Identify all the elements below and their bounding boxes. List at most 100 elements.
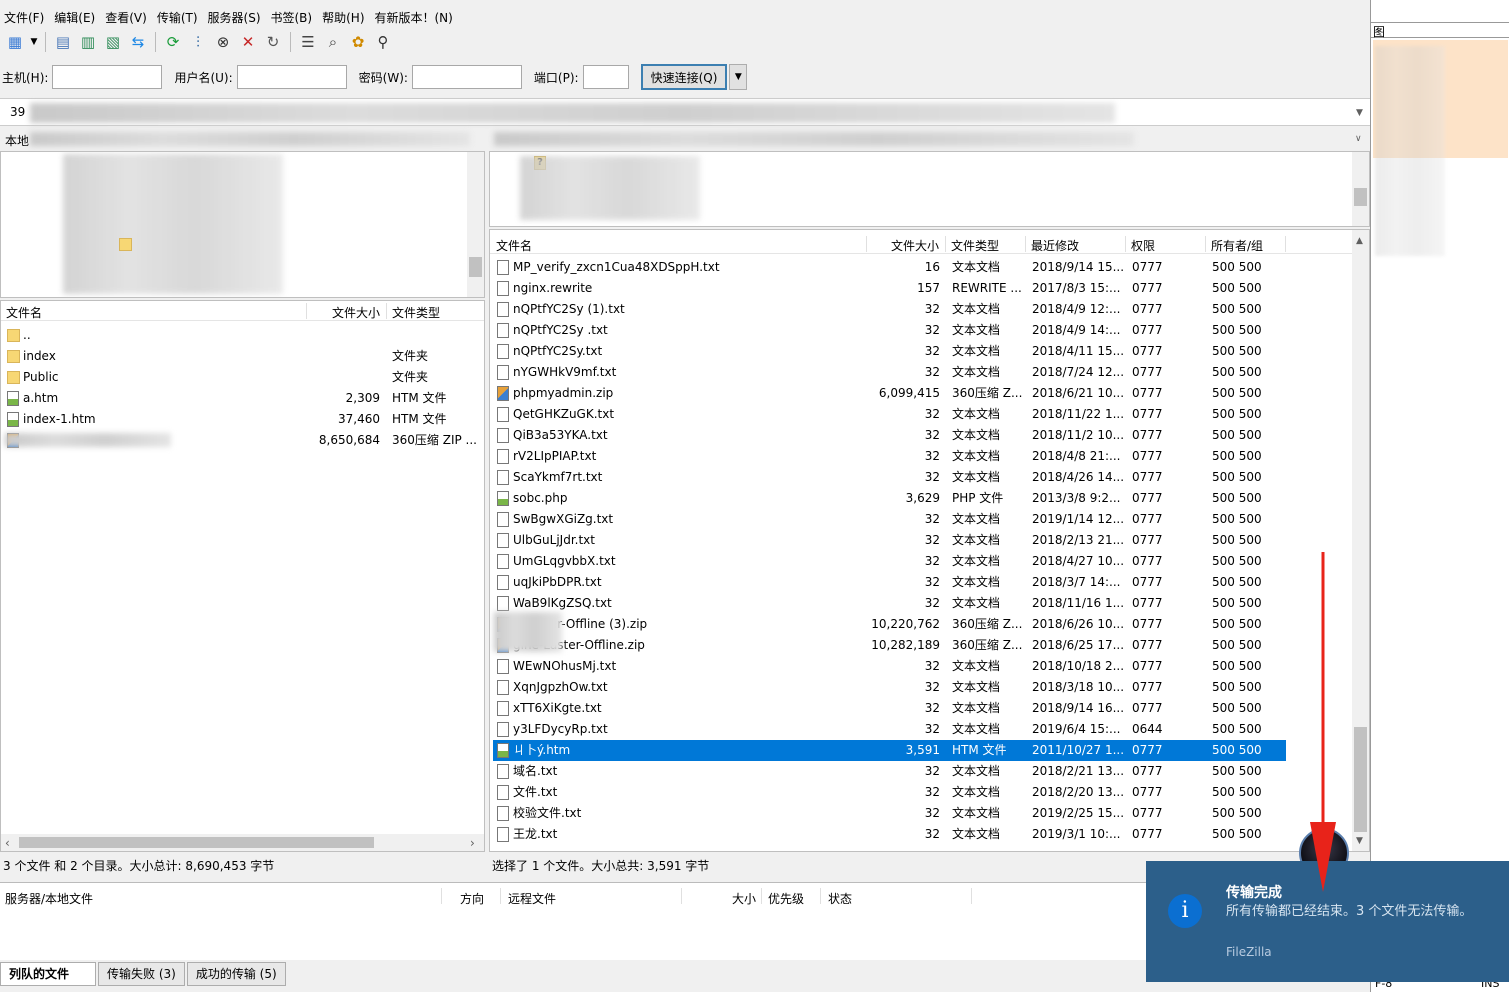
remote-tree-scrollbar[interactable] <box>1352 152 1369 226</box>
local-tree[interactable] <box>0 151 485 298</box>
table-row[interactable]: ScaYkmf7rt.txt 32 文本文档 2018/4/26 14... 0777 5… <box>493 467 1286 488</box>
disconnect-icon[interactable]: ✕ <box>237 31 259 53</box>
table-row[interactable]: rV2LIpPIAP.txt 32 文本文档 2018/4/8 21:... 0777 5… <box>493 446 1286 467</box>
table-row[interactable]: 域名.txt 32 文本文档 2018/2/21 13... 0777 500 500 <box>493 761 1286 782</box>
col-perm-header[interactable]: 权限 <box>1131 237 1155 254</box>
file-permissions: 0777 <box>1132 365 1163 379</box>
col-type-header[interactable]: 文件类型 <box>392 304 440 321</box>
table-row[interactable]: nQPtfYC2Sy.txt 32 文本文档 2018/4/11 15... 0777 5… <box>493 341 1286 362</box>
chevron-down-icon[interactable]: ▼ <box>729 64 748 90</box>
scroll-down-icon[interactable]: ▼ <box>1356 836 1363 846</box>
table-row[interactable]: nginx.rewrite 157 REWRITE ... 2017/8/3 15:.… <box>493 278 1286 299</box>
remote-tree-icon[interactable]: ▧ <box>102 31 124 53</box>
table-row[interactable]: 校验文件.txt 32 文本文档 2019/2/25 15... 0777 500 500 <box>493 803 1286 824</box>
tab-queued-files[interactable]: 列队的文件 <box>0 962 96 986</box>
col-size-header[interactable]: 文件大小 <box>332 304 380 321</box>
col-size-header[interactable]: 文件大小 <box>891 237 939 254</box>
table-row[interactable]: xTT6XiKgte.txt 32 文本文档 2018/9/14 16... 0777 5… <box>493 698 1286 719</box>
transfer-queue-icon[interactable]: ⇆ <box>127 31 149 53</box>
col-name-header[interactable]: 文件名 <box>6 304 42 321</box>
table-row[interactable]: SwBgwXGiZg.txt 32 文本文档 2019/1/14 12... 0777 5… <box>493 509 1286 530</box>
host-input[interactable] <box>52 65 163 89</box>
queue-col-direction[interactable]: 方向 <box>460 890 484 907</box>
table-row[interactable]: ㄐ卜ý.htm 3,591 HTM 文件 2011/10/27 1... 0777 500… <box>493 740 1286 761</box>
menu-edit[interactable]: 编辑(E) <box>50 8 101 28</box>
cancel-icon[interactable]: ⊗ <box>212 31 234 53</box>
table-row[interactable]: QiB3a53YKA.txt 32 文本文档 2018/11/2 10... 0777 5… <box>493 425 1286 446</box>
queue-col-priority[interactable]: 优先级 <box>768 890 804 907</box>
message-log-icon[interactable]: ▤ <box>52 31 74 53</box>
col-owner-header[interactable]: 所有者/组 <box>1211 237 1263 254</box>
menu-view[interactable]: 查看(V) <box>101 8 153 28</box>
table-row[interactable]: y3LFDycyRp.txt 32 文本文档 2019/6/4 15:... 0644 5… <box>493 719 1286 740</box>
table-row[interactable]: UlbGuLjJdr.txt 32 文本文档 2018/2/13 21... 0777 5… <box>493 530 1286 551</box>
compare-icon[interactable]: ⌕ <box>322 31 344 53</box>
local-file-list[interactable]: 文件名 ^ 文件大小 文件类型 .. index 文件夹 Public 文件夹 a.htm… <box>0 300 485 852</box>
password-input[interactable] <box>411 65 522 89</box>
find-icon[interactable]: ⚲ <box>372 31 394 53</box>
queue-col-remote[interactable]: 远程文件 <box>508 890 556 907</box>
table-row[interactable]: 王龙.txt 32 文本文档 2019/3/1 10:... 0777 500 500 <box>493 824 1286 845</box>
table-row[interactable]: MP_verify_zxcn1Cua48XDSppH.txt 16 文本文档 2018… <box>493 257 1286 278</box>
list-item[interactable]: Public 文件夹 <box>1 367 484 388</box>
list-item[interactable]: .. <box>1 325 484 346</box>
col-modified-header[interactable]: 最近修改 <box>1031 237 1079 254</box>
table-row[interactable]: 文件.txt 32 文本文档 2018/2/20 13... 0777 500 500 <box>493 782 1286 803</box>
scroll-thumb[interactable] <box>1354 727 1367 832</box>
list-item[interactable]: a.htm 2,309 HTM 文件 <box>1 388 484 409</box>
table-row[interactable]: WaB9lKgZSQ.txt 32 文本文档 2018/11/16 1... 0777 5… <box>493 593 1286 614</box>
scroll-up-icon[interactable]: ▲ <box>1356 236 1363 246</box>
menu-new-version[interactable]: 有新版本！(N) <box>371 8 459 28</box>
table-row[interactable]: nQPtfYC2Sy (1).txt 32 文本文档 2018/4/9 12:... 0… <box>493 299 1286 320</box>
table-row[interactable]: phpmyadmin.zip 6,099,415 360压缩 Z... 2018/6/… <box>493 383 1286 404</box>
local-tree-icon[interactable]: ▥ <box>77 31 99 53</box>
quickconnect-button[interactable]: 快速连接(Q) <box>640 64 728 90</box>
table-row[interactable]: e-Laster-Offline (3).zip 10,220,762 360压缩 … <box>493 614 1286 635</box>
menu-file[interactable]: 文件(F) <box>0 8 50 28</box>
table-row[interactable]: UmGLqgvbbX.txt 32 文本文档 2018/4/27 10... 0777 5… <box>493 551 1286 572</box>
scroll-right-icon[interactable]: › <box>470 836 475 850</box>
menu-server[interactable]: 服务器(S) <box>204 8 267 28</box>
scroll-down-icon[interactable]: ▼ <box>1356 108 1363 118</box>
tab-failed-transfers[interactable]: 传输失败 (3) <box>98 962 185 986</box>
message-log[interactable]: 39 ▼ <box>0 98 1370 126</box>
table-row[interactable]: sobc.php 3,629 PHP 文件 2013/3/8 9:2... 0777 50… <box>493 488 1286 509</box>
list-item[interactable]: index 文件夹 <box>1 346 484 367</box>
col-type-header[interactable]: 文件类型 <box>951 237 999 254</box>
port-input[interactable] <box>582 65 629 89</box>
remote-tree[interactable]: ? <box>489 151 1370 227</box>
username-input[interactable] <box>236 65 347 89</box>
site-manager-icon[interactable]: ▦ <box>4 31 26 53</box>
menu-bookmarks[interactable]: 书签(B) <box>267 8 319 28</box>
table-row[interactable]: nYGWHkV9mf.txt 32 文本文档 2018/7/24 12... 0777 5… <box>493 362 1286 383</box>
process-queue-icon[interactable]: ⫶ <box>187 31 209 53</box>
scroll-left-icon[interactable]: ‹ <box>5 836 10 850</box>
reconnect-icon[interactable]: ↻ <box>262 31 284 53</box>
queue-col-status[interactable]: 状态 <box>828 890 852 907</box>
local-hscrollbar[interactable]: ‹ › <box>1 834 484 851</box>
menu-help[interactable]: 帮助(H) <box>318 8 370 28</box>
table-row[interactable]: QetGHKZuGK.txt 32 文本文档 2018/11/22 1... 0777 5… <box>493 404 1286 425</box>
queue-col-size[interactable]: 大小 <box>732 890 756 907</box>
scroll-thumb[interactable] <box>1354 188 1367 206</box>
table-row[interactable]: uqJkiPbDPR.txt 32 文本文档 2018/3/7 14:... 0777 5… <box>493 572 1286 593</box>
col-name-header[interactable]: 文件名 <box>496 237 532 254</box>
filter-icon[interactable]: ☰ <box>297 31 319 53</box>
tab-successful-transfers[interactable]: 成功的传输 (5) <box>186 962 286 986</box>
table-row[interactable]: gine-Laster-Offline.zip 10,282,189 360压缩 Z… <box>493 635 1286 656</box>
refresh-icon[interactable]: ⟳ <box>162 31 184 53</box>
scroll-thumb[interactable] <box>19 837 374 848</box>
list-item[interactable]: index-1.htm 37,460 HTM 文件 <box>1 409 484 430</box>
scroll-thumb[interactable] <box>469 257 482 277</box>
local-tree-scrollbar[interactable] <box>467 152 484 297</box>
chevron-down-icon[interactable]: ∨ <box>1355 134 1362 144</box>
remote-file-list[interactable]: 文件名 ^ 文件大小 文件类型 最近修改 权限 所有者/组 MP_verify_… <box>489 229 1370 852</box>
remote-list-scrollbar[interactable]: ▲ ▼ <box>1352 230 1369 851</box>
menu-transfer[interactable]: 传输(T) <box>153 8 204 28</box>
table-row[interactable]: nQPtfYC2Sy .txt 32 文本文档 2018/4/9 14:... 0777… <box>493 320 1286 341</box>
sync-browse-icon[interactable]: ✿ <box>347 31 369 53</box>
table-row[interactable]: WEwNOhusMj.txt 32 文本文档 2018/10/18 2... 0777 5… <box>493 656 1286 677</box>
table-row[interactable]: XqnJgpzhOw.txt 32 文本文档 2018/3/18 10... 0777 5… <box>493 677 1286 698</box>
queue-col-server[interactable]: 服务器/本地文件 <box>5 890 93 907</box>
dropdown-arrow-icon[interactable]: ▼ <box>29 31 39 53</box>
